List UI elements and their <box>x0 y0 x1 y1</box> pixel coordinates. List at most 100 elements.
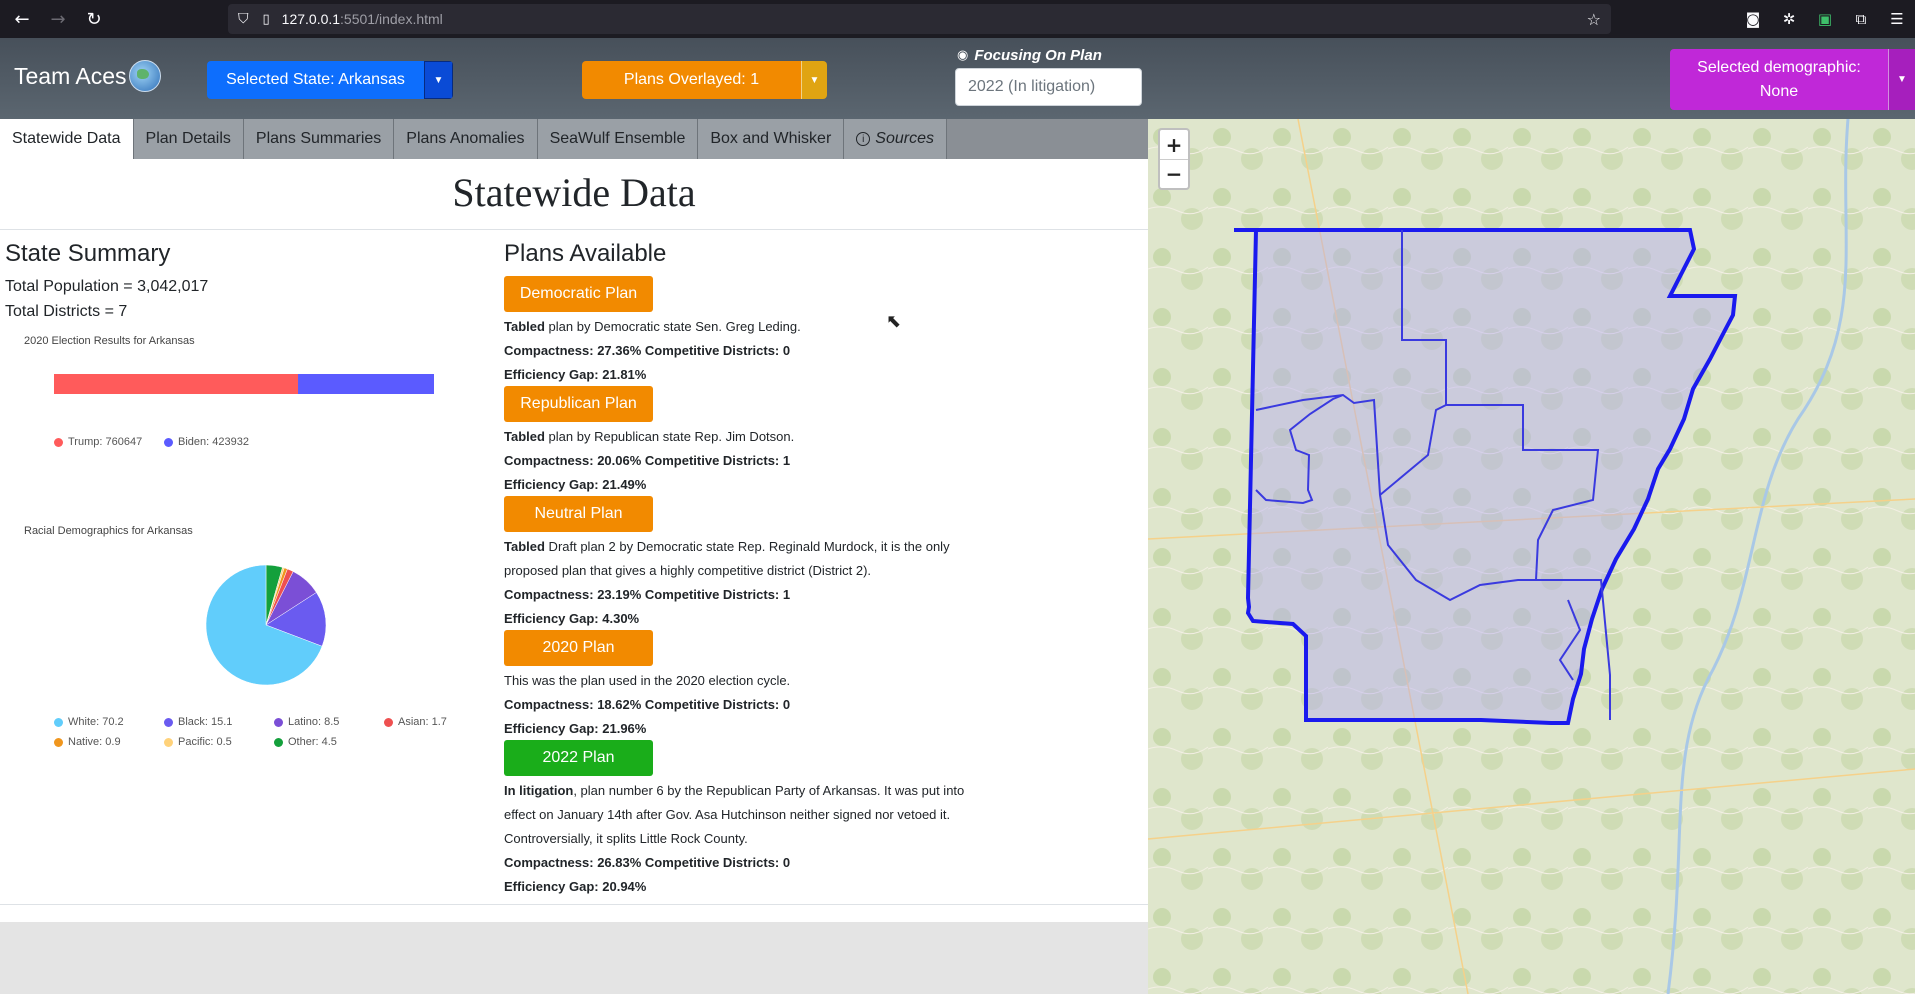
legend-biden: Biden: 423932 <box>164 436 249 448</box>
plan-2022-info: In litigation, plan number 6 by the Repu… <box>504 779 994 899</box>
url-host: 127.0.0.1 <box>281 11 341 27</box>
tab-sources-label: Sources <box>875 130 934 147</box>
legend-dot <box>384 717 393 727</box>
legend-label: Black: 15.1 <box>178 716 233 728</box>
plan-2022-button[interactable]: 2022 Plan <box>504 740 653 776</box>
back-arrow-icon[interactable]: ← <box>8 5 36 33</box>
neutral-plan-info: Tabled Draft plan 2 by Democratic state … <box>504 535 994 631</box>
globe-icon <box>128 60 161 92</box>
legend-label: Asian: 1.7 <box>398 716 447 728</box>
democratic-plan-button[interactable]: Democratic Plan <box>504 276 653 312</box>
plan-compactness: Compactness: 26.83% Competitive District… <box>504 855 791 870</box>
state-select-dropdown[interactable]: Selected State: Arkansas ▼ <box>207 61 453 99</box>
eye-icon: ◉ <box>957 48 969 63</box>
legend-latino: Latino: 8.5 <box>274 716 339 728</box>
tab-bar: Statewide Data Plan Details Plans Summar… <box>0 119 1148 159</box>
plan-description: In litigation, plan number 6 by the Repu… <box>504 779 994 851</box>
extension-gear-icon[interactable]: ✲ <box>1771 10 1807 28</box>
zoom-out-button[interactable]: − <box>1160 159 1188 188</box>
legend-label: Native: 0.9 <box>68 736 121 748</box>
plan-desc-text: , plan number 6 by the Republican Party … <box>504 783 965 846</box>
plan-efficiency-gap: Efficiency Gap: 21.81% <box>504 367 647 382</box>
shield-icon[interactable]: ⛉ <box>238 11 249 27</box>
plan-desc-text: plan by Republican state Rep. Jim Dotson… <box>544 429 795 444</box>
plan-efficiency-gap: Efficiency Gap: 21.49% <box>504 477 647 492</box>
plan-compactness: Compactness: 20.06% Competitive District… <box>504 453 791 468</box>
plan-status: Tabled <box>504 319 545 334</box>
total-population: Total Population = 3,042,017 <box>5 278 209 295</box>
legend-black: Black: 15.1 <box>164 716 232 728</box>
plan-2020-button[interactable]: 2020 Plan <box>504 630 653 666</box>
plan-description: Tabled plan by Republican state Rep. Jim… <box>504 425 994 449</box>
plan-status: In litigation <box>504 783 574 798</box>
tab-box-and-whisker[interactable]: Box and Whisker <box>698 119 845 159</box>
focus-label: ◉ Focusing On Plan <box>957 47 1102 64</box>
zoom-in-button[interactable]: + <box>1160 130 1188 159</box>
chevron-down-icon[interactable]: ▼ <box>1888 49 1915 110</box>
legend-pacific: Pacific: 0.5 <box>164 736 232 748</box>
plan-efficiency-gap: Efficiency Gap: 21.96% <box>504 721 647 736</box>
legend-dot <box>54 437 63 447</box>
legend-other: Other: 4.5 <box>274 736 337 748</box>
address-bar[interactable]: ⛉ ▯ 127.0.0.1:5501/index.html ☆ <box>228 4 1611 34</box>
brand-name: Team Aces <box>14 62 127 89</box>
mouse-cursor-icon: ⬉ <box>886 311 902 332</box>
republican-plan-info: Tabled plan by Republican state Rep. Jim… <box>504 425 994 497</box>
map[interactable]: + − <box>1148 119 1915 994</box>
plan-status: Tabled <box>504 429 545 444</box>
legend-label: Trump: 760647 <box>68 436 143 448</box>
plan-description: This was the plan used in the 2020 elect… <box>504 669 994 693</box>
pocket-icon[interactable]: ◙ <box>1735 10 1771 28</box>
statewide-panel: Statewide Data State Summary Total Popul… <box>0 159 1148 905</box>
tab-plans-anomalies[interactable]: Plans Anomalies <box>394 119 538 159</box>
brand: Team Aces <box>14 60 161 92</box>
tab-plan-details[interactable]: Plan Details <box>133 119 244 159</box>
state-summary-heading: State Summary <box>5 240 171 267</box>
extension-green-icon[interactable]: ▣ <box>1807 10 1843 28</box>
legend-label: White: 70.2 <box>68 716 124 728</box>
divider <box>0 229 1148 230</box>
bookmark-star-icon[interactable]: ☆ <box>1587 10 1601 29</box>
plan-compactness: Compactness: 18.62% Competitive District… <box>504 697 791 712</box>
map-zoom-control: + − <box>1158 128 1190 190</box>
browser-extensions: ◙ ✲ ▣ ⧉ ☰ <box>1735 0 1915 38</box>
race-chart-caption: Racial Demographics for Arkansas <box>24 525 193 537</box>
reload-icon[interactable]: ↻ <box>80 5 108 33</box>
legend-asian: Asian: 1.7 <box>384 716 447 728</box>
legend-dot <box>164 437 173 447</box>
demographic-dropdown[interactable]: Selected demographic: None ▼ <box>1670 49 1915 110</box>
plan-description: Tabled plan by Democratic state Sen. Gre… <box>504 315 994 339</box>
tab-seawulf-ensemble[interactable]: SeaWulf Ensemble <box>537 119 699 159</box>
tab-statewide-data[interactable]: Statewide Data <box>0 119 134 159</box>
demographic-button[interactable]: Selected demographic: None <box>1670 49 1888 110</box>
focus-plan-field[interactable] <box>955 68 1142 106</box>
republican-plan-button[interactable]: Republican Plan <box>504 386 653 422</box>
plan-efficiency-gap: Efficiency Gap: 4.30% <box>504 611 640 626</box>
plans-overlay-dropdown[interactable]: Plans Overlayed: 1 ▼ <box>582 61 827 99</box>
footer-area <box>0 922 1148 994</box>
chevron-down-icon[interactable]: ▼ <box>801 61 827 99</box>
extensions-puzzle-icon[interactable]: ⧉ <box>1843 10 1879 28</box>
forward-arrow-icon[interactable]: → <box>44 5 72 33</box>
state-select-button[interactable]: Selected State: Arkansas <box>207 61 424 99</box>
map-canvas[interactable] <box>1148 119 1915 994</box>
menu-hamburger-icon[interactable]: ☰ <box>1879 10 1915 28</box>
tab-plans-summaries[interactable]: Plans Summaries <box>243 119 395 159</box>
plan-desc-text: This was the plan used in the 2020 elect… <box>504 673 791 688</box>
plans-available-heading: Plans Available <box>504 240 667 267</box>
legend-trump: Trump: 760647 <box>54 436 142 448</box>
plan-desc-text: Draft plan 2 by Democratic state Rep. Re… <box>504 539 950 578</box>
tab-sources[interactable]: i Sources <box>844 119 947 159</box>
plans-overlay-button[interactable]: Plans Overlayed: 1 <box>582 61 801 99</box>
chevron-down-icon[interactable]: ▼ <box>424 61 453 99</box>
plan-compactness: Compactness: 23.19% Competitive District… <box>504 587 791 602</box>
plan-2020-info: This was the plan used in the 2020 elect… <box>504 669 994 741</box>
neutral-plan-button[interactable]: Neutral Plan <box>504 496 653 532</box>
url-text[interactable]: 127.0.0.1:5501/index.html <box>282 11 443 27</box>
plan-status: Tabled <box>504 539 545 554</box>
focus-label-text: Focusing On Plan <box>974 47 1102 64</box>
legend-native: Native: 0.9 <box>54 736 121 748</box>
legend-label: Latino: 8.5 <box>288 716 340 728</box>
legend-white: White: 70.2 <box>54 716 124 728</box>
page-icon: ▯ <box>262 11 270 27</box>
